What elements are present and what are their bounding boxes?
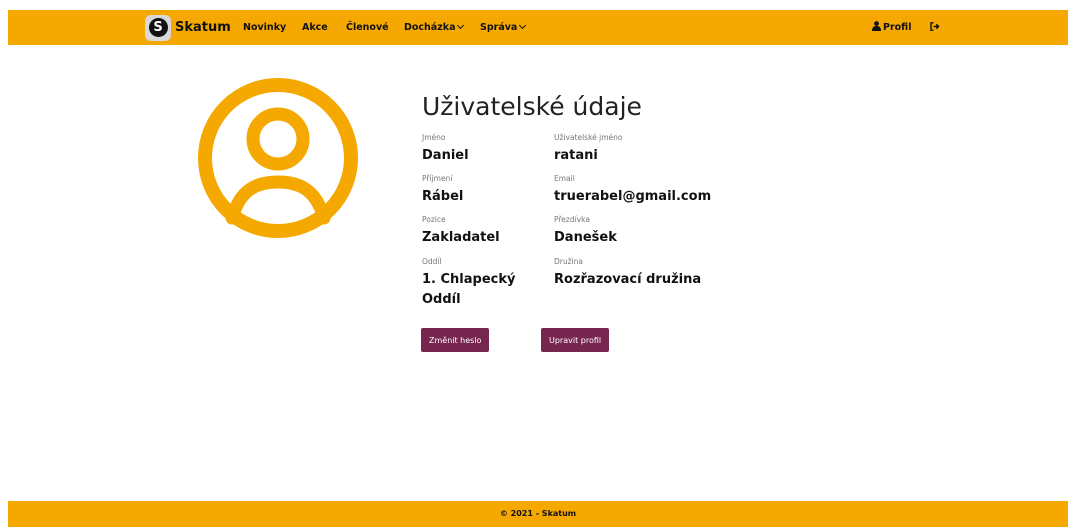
chevron-down-icon	[519, 21, 527, 30]
nav-profile-link[interactable]: Profil	[872, 10, 911, 45]
field-prezdivka: Přezdívka Danešek	[554, 215, 754, 248]
nav-novinky[interactable]: Novinky	[243, 10, 286, 45]
field-label: Oddíl	[422, 257, 442, 266]
brand-name: Skatum	[175, 20, 231, 35]
chevron-down-icon	[457, 21, 465, 30]
change-password-button[interactable]: Změnit heslo	[421, 328, 490, 352]
field-druzina: Družina Rozřazovací družina	[554, 257, 754, 290]
nav-profile-label: Profil	[883, 22, 912, 33]
nav-clenove-label: Členové	[346, 22, 389, 33]
field-value: Danešek	[554, 230, 617, 245]
field-label: Email	[554, 174, 575, 183]
nav-akce-label: Akce	[302, 22, 328, 33]
brand-link[interactable]: S Skatum	[145, 14, 231, 41]
field-value: 1. Chlapecký Oddíl	[422, 272, 516, 307]
nav-dochazka-label: Docházka	[404, 22, 456, 33]
field-value: ratani	[554, 148, 598, 163]
field-value: truerabel@gmail.com	[554, 189, 712, 204]
top-navbar: S Skatum Novinky Akce Členové Docházka S…	[8, 10, 1068, 45]
sign-out-icon	[930, 11, 940, 46]
nav-dochazka-dropdown[interactable]: Docházka	[404, 10, 465, 45]
footer-copyright: © 2021 - Skatum	[499, 509, 577, 518]
page-title: Uživatelské údaje	[422, 92, 642, 121]
field-uzivatelske-jmeno: Uživatelské jméno ratani	[554, 133, 754, 166]
logout-button[interactable]	[930, 10, 940, 45]
footer: © 2021 - Skatum	[8, 501, 1068, 527]
field-label: Družina	[554, 257, 583, 266]
field-oddil: Oddíl 1. Chlapecký Oddíl	[422, 257, 537, 310]
user-circle-icon	[196, 72, 360, 244]
user-icon	[872, 21, 881, 31]
nav-akce[interactable]: Akce	[302, 10, 328, 45]
field-label: Přezdívka	[554, 215, 590, 224]
field-email: Email truerabel@gmail.com	[554, 174, 754, 207]
nav-clenove[interactable]: Členové	[346, 10, 389, 45]
field-label: Uživatelské jméno	[554, 133, 623, 142]
nav-sprava-label: Správa	[480, 22, 518, 33]
brand-logo-letter: S	[148, 18, 168, 37]
edit-profile-button[interactable]: Upravit profil	[541, 328, 610, 352]
field-value: Rozřazovací družina	[554, 272, 702, 287]
nav-novinky-label: Novinky	[243, 22, 287, 33]
nav-sprava-dropdown[interactable]: Správa	[480, 10, 527, 45]
brand-logo: S	[145, 14, 171, 41]
